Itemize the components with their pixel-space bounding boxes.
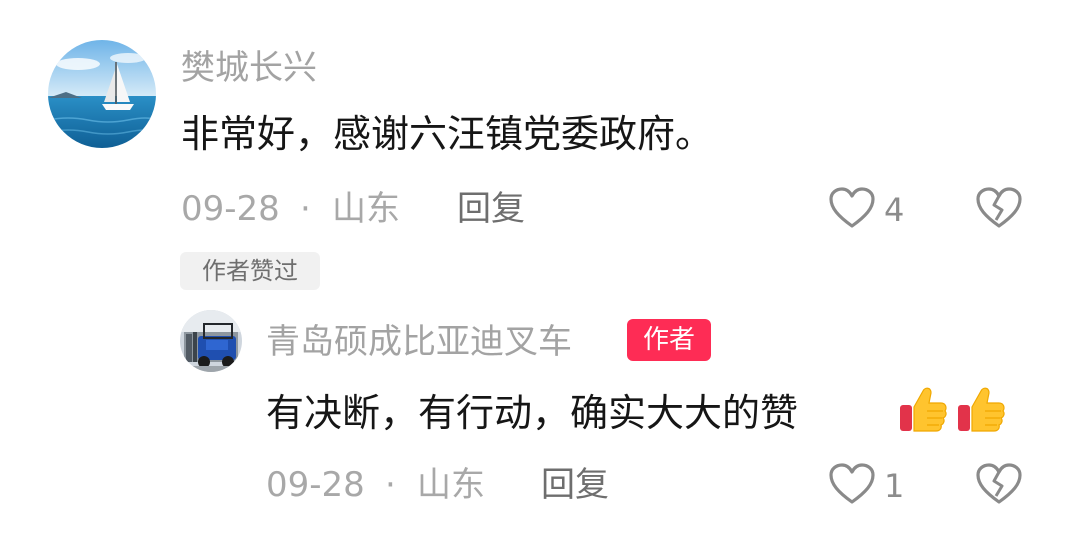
author-liked-tag: 作者赞过 <box>180 252 320 290</box>
author-badge: 作者 <box>627 319 711 361</box>
comment-date: 09-28 <box>181 189 280 229</box>
meta-separator: · <box>385 465 396 505</box>
comment-text: 有决断，有行动，确实大大的赞 <box>266 391 799 435</box>
comment-location: 山东 <box>332 189 400 229</box>
heart-outline-icon[interactable] <box>828 186 876 230</box>
comment-text: 非常好，感谢六汪镇党委政府。 <box>181 112 714 156</box>
broken-heart-icon[interactable] <box>975 462 1023 506</box>
comment-location: 山东 <box>417 465 485 505</box>
thumbs-up-emoji <box>955 383 1007 435</box>
meta-separator: · <box>300 189 311 229</box>
comment-username[interactable]: 青岛硕成比亚迪叉车 <box>266 322 572 362</box>
avatar[interactable] <box>180 310 242 372</box>
reply-button[interactable]: 回复 <box>541 465 609 505</box>
reply-button[interactable]: 回复 <box>457 189 525 229</box>
like-count: 1 <box>884 467 905 505</box>
comment-username[interactable]: 樊城长兴 <box>181 48 317 88</box>
like-count: 4 <box>884 191 905 229</box>
comment-date: 09-28 <box>266 465 365 505</box>
avatar[interactable] <box>48 40 156 148</box>
broken-heart-icon[interactable] <box>975 186 1023 230</box>
thumbs-up-emoji <box>897 383 949 435</box>
heart-outline-icon[interactable] <box>828 462 876 506</box>
comment-thread: 樊城长兴 非常好，感谢六汪镇党委政府。 09-28 · 山东 回复 4 作者赞过 <box>0 0 1080 543</box>
